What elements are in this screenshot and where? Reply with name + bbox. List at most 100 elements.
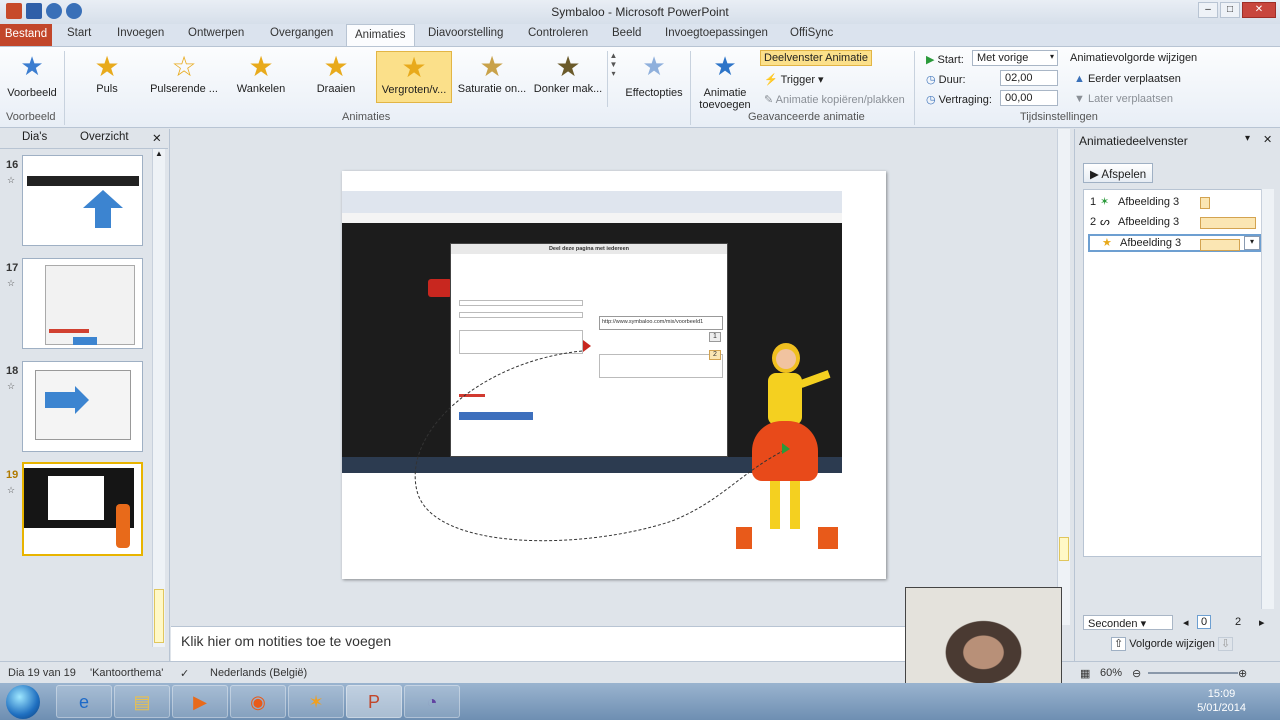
delay-icon: ◷ bbox=[926, 94, 936, 106]
reorder-down-icon[interactable]: ⇩ bbox=[1217, 637, 1234, 651]
delay-value: 00,00 bbox=[1005, 92, 1033, 104]
app-icon[interactable]: ✶ bbox=[288, 685, 344, 718]
start-label: ▶ Start: bbox=[926, 54, 964, 66]
timeline-left-icon[interactable]: ◂ bbox=[1183, 616, 1189, 629]
spellcheck-icon[interactable]: ✓ bbox=[180, 667, 189, 680]
animation-teeter[interactable]: ★ Wankelen bbox=[226, 51, 296, 103]
reorder-title: Animatievolgorde wijzigen bbox=[1070, 52, 1198, 64]
zoom-in-icon[interactable]: ⊕ bbox=[1238, 667, 1247, 680]
animation-grow-shrink[interactable]: ★ Vergroten/v... bbox=[376, 51, 452, 103]
animation-item[interactable]: 1 ✶ Afbeelding 3 bbox=[1088, 194, 1262, 212]
close-icon[interactable]: ✕ bbox=[152, 131, 162, 145]
tab-home[interactable]: Start bbox=[67, 27, 91, 39]
current-slide[interactable]: Deel deze pagina met iedereen http://www… bbox=[342, 171, 886, 579]
close-button[interactable]: ✕ bbox=[1242, 2, 1276, 18]
start-icon: ▶ bbox=[926, 54, 935, 66]
star-icon: ★ bbox=[401, 52, 427, 83]
close-icon[interactable]: ✕ bbox=[1263, 133, 1272, 146]
tab-insert[interactable]: Invoegen bbox=[117, 27, 164, 39]
language[interactable]: Nederlands (België) bbox=[210, 667, 307, 679]
seconds-dropdown[interactable]: Seconden ▾ bbox=[1083, 615, 1173, 630]
slides-scrollbar[interactable]: ▲ bbox=[152, 149, 165, 647]
trigger-button[interactable]: ⚡ Trigger ▾ bbox=[764, 73, 824, 86]
clock-time: 15:09 bbox=[1207, 688, 1236, 700]
start-dropdown[interactable]: Met vorige ▾ bbox=[972, 50, 1058, 66]
pane-scrollbar[interactable] bbox=[1261, 189, 1274, 609]
trigger-icon: ⚡ bbox=[764, 74, 778, 86]
reorder-controls: ⇧ Volgorde wijzigen ⇩ bbox=[1111, 637, 1234, 651]
canvas-scrollbar[interactable] bbox=[1057, 129, 1070, 625]
windows-taskbar: e ▤ ▶ ◉ ✶ P ◔ 15:09 5/01/2014 bbox=[0, 683, 1280, 720]
scroll-up-icon[interactable]: ▲ bbox=[153, 149, 165, 158]
firefox-icon[interactable]: ◉ bbox=[230, 685, 286, 718]
tab-offisync[interactable]: OffiSync bbox=[790, 27, 833, 39]
zoom-out-icon[interactable]: ⊖ bbox=[1132, 667, 1141, 680]
play-button[interactable]: ▶ Afspelen bbox=[1083, 163, 1153, 183]
painter-label: Animatie kopiëren/plakken bbox=[775, 94, 905, 106]
animation-pane-button[interactable]: Deelvenster Animatie bbox=[760, 50, 872, 66]
animation-item-selected[interactable]: ★ Afbeelding 3 ▾ bbox=[1088, 234, 1262, 252]
reorder-up-icon[interactable]: ⇧ bbox=[1111, 637, 1127, 651]
tab-design[interactable]: Ontwerpen bbox=[188, 27, 244, 39]
gallery-scroll[interactable]: ▲ ▼ ▾ bbox=[607, 51, 619, 107]
slide-thumbnail-17[interactable] bbox=[22, 258, 143, 349]
tab-review[interactable]: Controleren bbox=[528, 27, 588, 39]
slide-number: 17 bbox=[6, 262, 19, 274]
animation-pane-title: Animatiedeelvenster bbox=[1079, 134, 1188, 148]
effect-options-button[interactable]: ★ Effectopties bbox=[622, 51, 686, 99]
slide-thumbnail-16[interactable] bbox=[22, 155, 143, 246]
delay-input[interactable]: 00,00 bbox=[1000, 90, 1058, 106]
powerpoint-icon[interactable]: P bbox=[346, 685, 402, 718]
tab-outline[interactable]: Overzicht bbox=[80, 131, 129, 143]
start-button[interactable] bbox=[6, 685, 40, 719]
animation-item[interactable]: 2 ᔕ Afbeelding 3 bbox=[1088, 214, 1262, 232]
tab-transitions[interactable]: Overgangen bbox=[270, 27, 333, 39]
chevron-down-icon[interactable]: ▾ bbox=[1244, 236, 1260, 250]
animation-star-icon: ☆ bbox=[7, 381, 16, 391]
tab-file[interactable]: Bestand bbox=[0, 24, 52, 46]
animation-desaturate[interactable]: ★ Saturatie on... bbox=[456, 51, 528, 103]
move-earlier-button[interactable]: ▲ Eerder verplaatsen bbox=[1074, 73, 1181, 85]
move-later-button[interactable]: ▼ Later verplaatsen bbox=[1074, 93, 1173, 105]
animation-star-icon: ☆ bbox=[7, 175, 16, 185]
pane-menu-icon[interactable]: ▾ bbox=[1245, 133, 1250, 144]
tab-slides[interactable]: Dia's bbox=[22, 131, 47, 143]
media-player-icon[interactable]: ▶ bbox=[172, 685, 228, 718]
preview-star-icon: ★ bbox=[20, 51, 44, 81]
gauge-app-icon[interactable]: ◔ bbox=[404, 685, 460, 718]
tab-slideshow[interactable]: Diavoorstelling bbox=[428, 27, 503, 39]
slide-thumbnail-19[interactable] bbox=[22, 462, 143, 556]
animation-label: Draaien bbox=[316, 83, 356, 95]
add-animation-button[interactable]: ★ Animatie toevoegen bbox=[694, 51, 756, 111]
zoom-slider[interactable] bbox=[1148, 672, 1238, 674]
tick-0: 0 bbox=[1197, 615, 1212, 629]
canvas-scrollbar-thumb[interactable] bbox=[1059, 537, 1069, 561]
animation-color-pulse[interactable]: ☆ Pulserende ... bbox=[146, 51, 222, 103]
animation-painter-button[interactable]: ✎ Animatie kopiëren/plakken bbox=[764, 93, 905, 106]
timeline-right-icon[interactable]: ▸ bbox=[1259, 616, 1265, 629]
view-icon[interactable]: ▦ bbox=[1080, 667, 1090, 680]
animation-spin[interactable]: ★ Draaien bbox=[300, 51, 372, 103]
animation-star-icon: ☆ bbox=[7, 278, 16, 288]
slide-thumbnail-18[interactable] bbox=[22, 361, 143, 452]
animation-pulse[interactable]: ★ Puls bbox=[72, 51, 142, 103]
status-bar: Dia 19 van 19 'Kantoorthema' ✓ Nederland… bbox=[0, 661, 1280, 683]
maximize-button[interactable]: □ bbox=[1220, 2, 1240, 18]
tab-view[interactable]: Beeld bbox=[612, 27, 641, 39]
tab-addins[interactable]: Invoegtoepassingen bbox=[665, 27, 768, 39]
minimize-button[interactable]: – bbox=[1198, 2, 1218, 18]
tab-animations[interactable]: Animaties bbox=[346, 24, 415, 47]
clock[interactable]: 15:09 5/01/2014 bbox=[1197, 687, 1246, 715]
preview-button[interactable]: ★ Voorbeeld bbox=[4, 51, 60, 99]
internet-explorer-icon[interactable]: e bbox=[56, 685, 112, 718]
animation-darken[interactable]: ★ Donker mak... bbox=[532, 51, 604, 103]
play-label: Afspelen bbox=[1101, 169, 1147, 181]
painter-icon: ✎ bbox=[764, 94, 774, 106]
motion-path[interactable] bbox=[342, 171, 886, 579]
grow-star-icon: ★ bbox=[1102, 237, 1112, 249]
explorer-folder-icon[interactable]: ▤ bbox=[114, 685, 170, 718]
zoom-level[interactable]: 60% bbox=[1100, 667, 1122, 679]
scrollbar-thumb[interactable] bbox=[154, 589, 164, 643]
theme-name[interactable]: 'Kantoorthema' bbox=[90, 667, 163, 679]
duration-input[interactable]: 02,00 bbox=[1000, 70, 1058, 86]
